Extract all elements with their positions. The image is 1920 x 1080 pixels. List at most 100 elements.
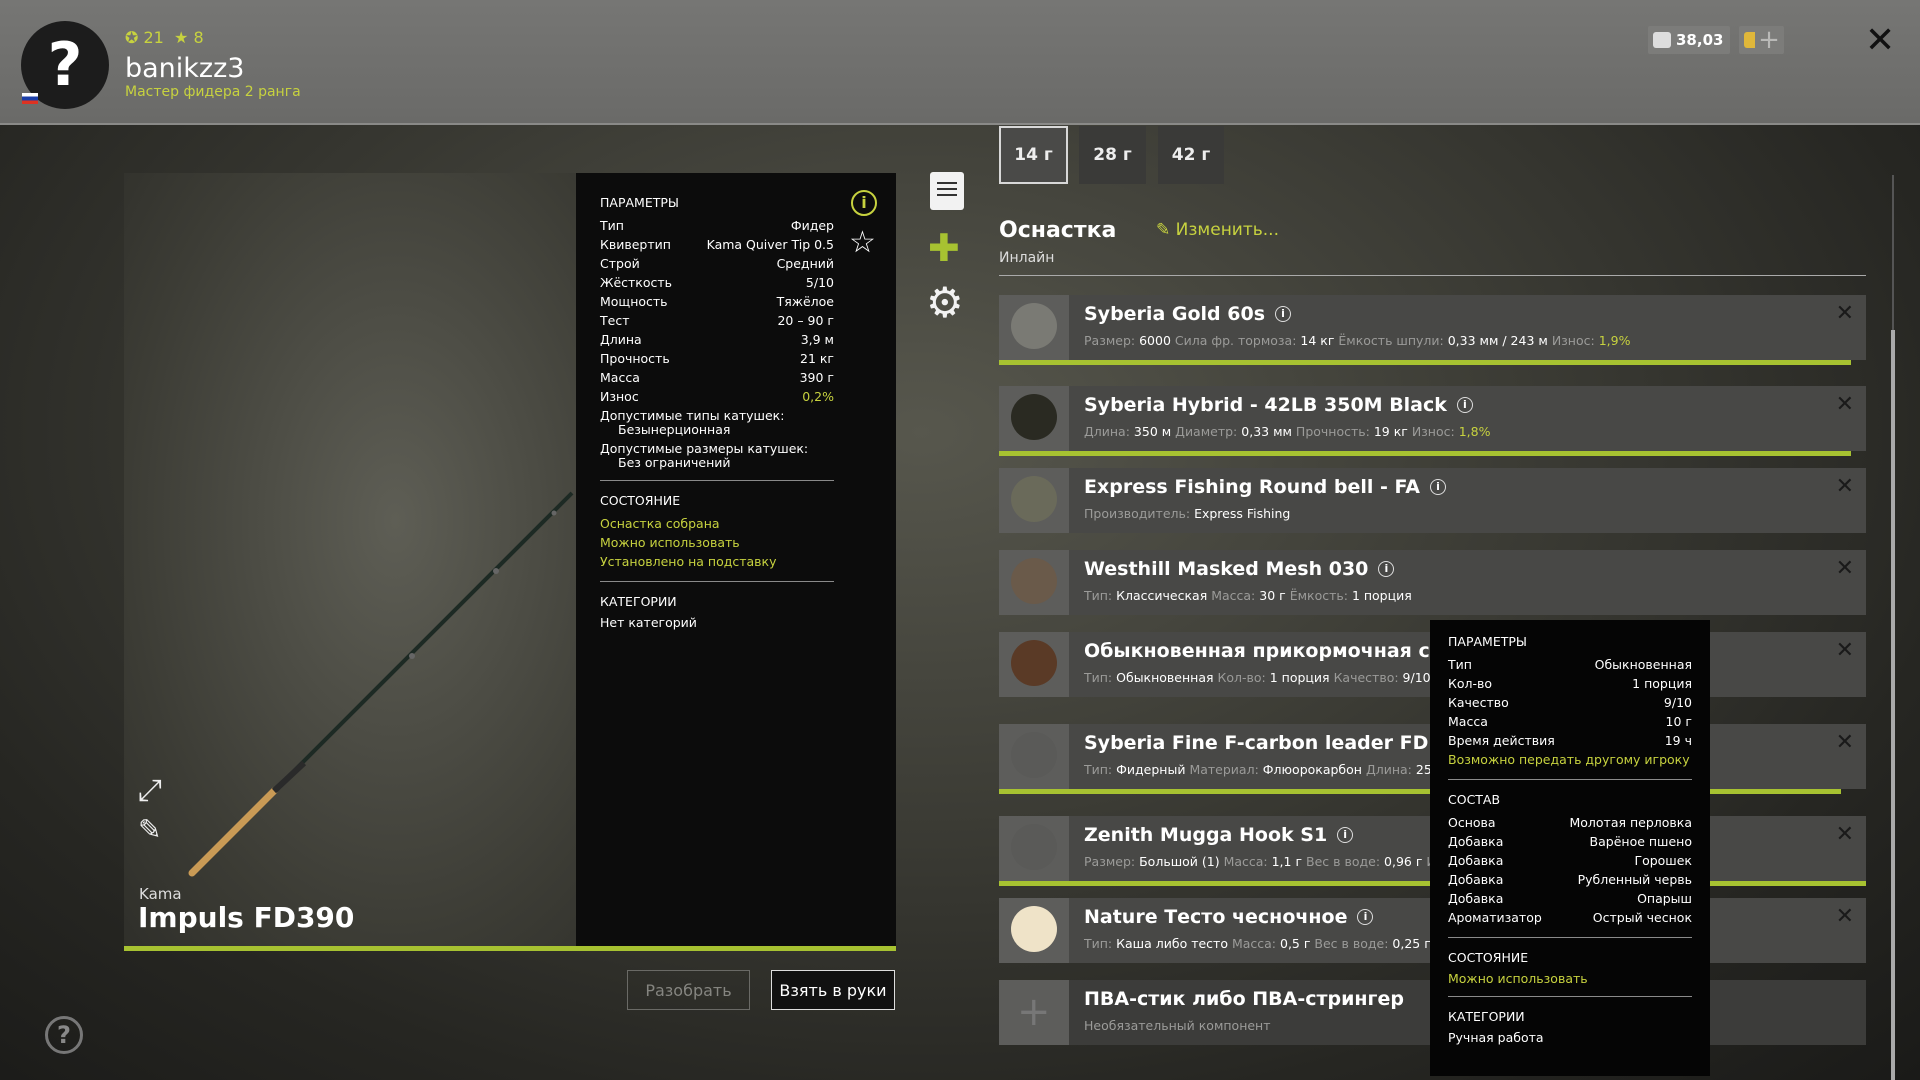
info-icon[interactable]: i bbox=[1456, 397, 1473, 413]
remove-item-icon[interactable]: ✕ bbox=[1836, 556, 1854, 581]
desc-value: 6000 bbox=[1139, 333, 1171, 348]
favorite-star-icon[interactable]: ☆ bbox=[849, 225, 876, 260]
item-description: Размер: Большой (1) Масса: 1,1 г Вес в в… bbox=[1084, 854, 1465, 869]
categories-value: Нет категорий bbox=[600, 615, 697, 630]
desc-value: 0,96 г bbox=[1384, 854, 1423, 869]
desc-label: Ёмкость шпули: bbox=[1338, 333, 1444, 348]
weight-tab-42[interactable]: 42 г bbox=[1158, 126, 1224, 184]
tooltip-composition-row: Основа Молотая перловка bbox=[1448, 813, 1692, 832]
remove-item-icon[interactable]: ✕ bbox=[1836, 474, 1854, 499]
row-label: Масса bbox=[600, 370, 640, 385]
weight-tab-14[interactable]: 14 г bbox=[999, 126, 1068, 184]
desc-label: Диаметр: bbox=[1175, 424, 1238, 439]
row-label: Мощность bbox=[600, 294, 668, 309]
tooltip-composition-row: Добавка Рубленный червь bbox=[1448, 870, 1692, 889]
desc-value: Каша либо тесто bbox=[1116, 936, 1228, 951]
desc-value: Флюорокарбон bbox=[1262, 762, 1362, 777]
close-icon[interactable]: ✕ bbox=[1865, 20, 1895, 61]
desc-label: Качество: bbox=[1333, 670, 1399, 685]
tooltip-param-row: Качество 9/10 bbox=[1448, 693, 1692, 712]
line-spool-icon bbox=[999, 386, 1069, 451]
tooltip-transfer: Возможно передать другому игроку bbox=[1448, 752, 1690, 767]
rig-title: Оснастка bbox=[999, 218, 1117, 243]
desc-value: 1,8% bbox=[1458, 424, 1491, 439]
remove-item-icon[interactable]: ✕ bbox=[1836, 301, 1854, 326]
disassemble-button[interactable]: Разобрать bbox=[627, 970, 750, 1010]
remove-item-icon[interactable]: ✕ bbox=[1836, 392, 1854, 417]
rig-item[interactable]: Express Fishing Round bell - FA i Производ… bbox=[999, 468, 1866, 533]
row-value: Молотая перловка bbox=[1569, 815, 1692, 830]
row-value: Опарыш bbox=[1637, 891, 1692, 906]
pencil-icon[interactable]: ✎ bbox=[138, 813, 161, 846]
item-name: Syberia Hybrid - 42LB 350M Black i bbox=[1084, 394, 1473, 416]
row-value: Варёное пшено bbox=[1589, 834, 1692, 849]
tooltip-params-title: ПАРАМЕТРЫ bbox=[1448, 634, 1527, 649]
rig-item[interactable]: Syberia Gold 60s i Размер: 6000 Сила фр. т… bbox=[999, 295, 1866, 360]
tooltip-composition-row: Добавка Опарыш bbox=[1448, 889, 1692, 908]
desc-label: Прочность: bbox=[1295, 424, 1370, 439]
edit-icon: ✎ bbox=[1156, 220, 1171, 240]
row-value: 5/10 bbox=[805, 275, 834, 290]
info-icon[interactable]: i bbox=[1357, 909, 1374, 925]
tooltip-composition-row: Добавка Варёное пшено bbox=[1448, 832, 1692, 851]
divider bbox=[1448, 937, 1692, 938]
tooltip-composition-list: Основа Молотая перловка Добавка Варёное пше… bbox=[1448, 813, 1692, 927]
row-value: 0,2% bbox=[802, 389, 834, 404]
row-label: Квивертип bbox=[600, 237, 671, 252]
desc-value: 0,33 мм / 243 м bbox=[1447, 333, 1548, 348]
reel-types-label: Допустимые типы катушек: bbox=[600, 408, 785, 423]
take-in-hands-button[interactable]: Взять в руки bbox=[771, 970, 895, 1010]
row-value: 3,9 м bbox=[800, 332, 834, 347]
divider bbox=[1448, 779, 1692, 780]
desc-label: Масса: bbox=[1231, 936, 1277, 951]
info-icon[interactable]: i bbox=[1337, 827, 1354, 843]
divider bbox=[1448, 996, 1692, 997]
info-icon[interactable]: i bbox=[1430, 479, 1446, 495]
fullscreen-icon[interactable]: ⤢ bbox=[138, 773, 162, 808]
rig-item[interactable]: Westhill Masked Mesh 030 i Тип: Классическ… bbox=[999, 550, 1866, 615]
item-description: Необязательный компонент bbox=[1084, 1018, 1271, 1033]
hook-icon bbox=[999, 816, 1069, 881]
weight-tab-28[interactable]: 28 г bbox=[1079, 126, 1146, 184]
state-item: Установлено на подставку bbox=[600, 554, 777, 569]
param-row: Мощность Тяжёлое bbox=[600, 292, 834, 311]
document-icon[interactable] bbox=[930, 172, 964, 210]
scrollbar-thumb[interactable] bbox=[1891, 330, 1895, 1080]
tooltip-composition-title: СОСТАВ bbox=[1448, 792, 1501, 807]
info-icon[interactable]: i bbox=[1275, 306, 1292, 322]
groundbait-icon bbox=[999, 632, 1069, 697]
player-stats: ✪ 21 ★ 8 bbox=[125, 28, 204, 47]
rod-preview: ⤢ ✎ Kama Impuls FD390 bbox=[124, 173, 576, 946]
desc-label: Длина: bbox=[1084, 424, 1130, 439]
item-description: Тип: Фидерный Материал: Флюорокарбон Дли… bbox=[1084, 762, 1452, 777]
remove-item-icon[interactable]: ✕ bbox=[1836, 822, 1854, 847]
row-label: Добавка bbox=[1448, 891, 1504, 906]
desc-value: 19 кг bbox=[1373, 424, 1408, 439]
row-value: Средний bbox=[776, 256, 834, 271]
reel-icon bbox=[999, 295, 1069, 360]
rig-subtitle: Инлайн bbox=[999, 250, 1055, 266]
item-description: Тип: Обыкновенная Кол-во: 1 порция Качес… bbox=[1084, 670, 1431, 685]
info-icon[interactable]: i bbox=[851, 190, 877, 216]
puzzle-icon[interactable]: ✚ bbox=[928, 229, 960, 267]
desc-label: Сила фр. тормоза: bbox=[1174, 333, 1297, 348]
desc-value: Большой (1) bbox=[1139, 854, 1220, 869]
rig-item[interactable]: Syberia Hybrid - 42LB 350M Black i Длина: … bbox=[999, 386, 1866, 451]
divider bbox=[600, 480, 834, 481]
item-description: Производитель: Express Fishing bbox=[1084, 506, 1290, 521]
desc-label: Вес в воде: bbox=[1306, 854, 1381, 869]
row-label: Добавка bbox=[1448, 872, 1504, 887]
groundbait-tooltip: ПАРАМЕТРЫ Тип Обыкновенная Кол-во 1 порция К… bbox=[1430, 620, 1710, 1076]
remove-item-icon[interactable]: ✕ bbox=[1836, 638, 1854, 663]
remove-item-icon[interactable]: ✕ bbox=[1836, 730, 1854, 755]
row-label: Строй bbox=[600, 256, 640, 271]
tooltip-param-row: Масса 10 г bbox=[1448, 712, 1692, 731]
tooltip-param-row: Кол-во 1 порция bbox=[1448, 674, 1692, 693]
remove-item-icon[interactable]: ✕ bbox=[1836, 904, 1854, 929]
edit-rig-link[interactable]: ✎ Изменить... bbox=[1156, 220, 1279, 240]
info-icon[interactable]: i bbox=[1378, 561, 1395, 577]
gear-icon[interactable]: ⚙ bbox=[926, 282, 964, 324]
leader-icon bbox=[999, 724, 1069, 789]
add-currency-button[interactable]: + bbox=[1755, 25, 1783, 55]
help-icon[interactable]: ? bbox=[45, 1016, 83, 1054]
